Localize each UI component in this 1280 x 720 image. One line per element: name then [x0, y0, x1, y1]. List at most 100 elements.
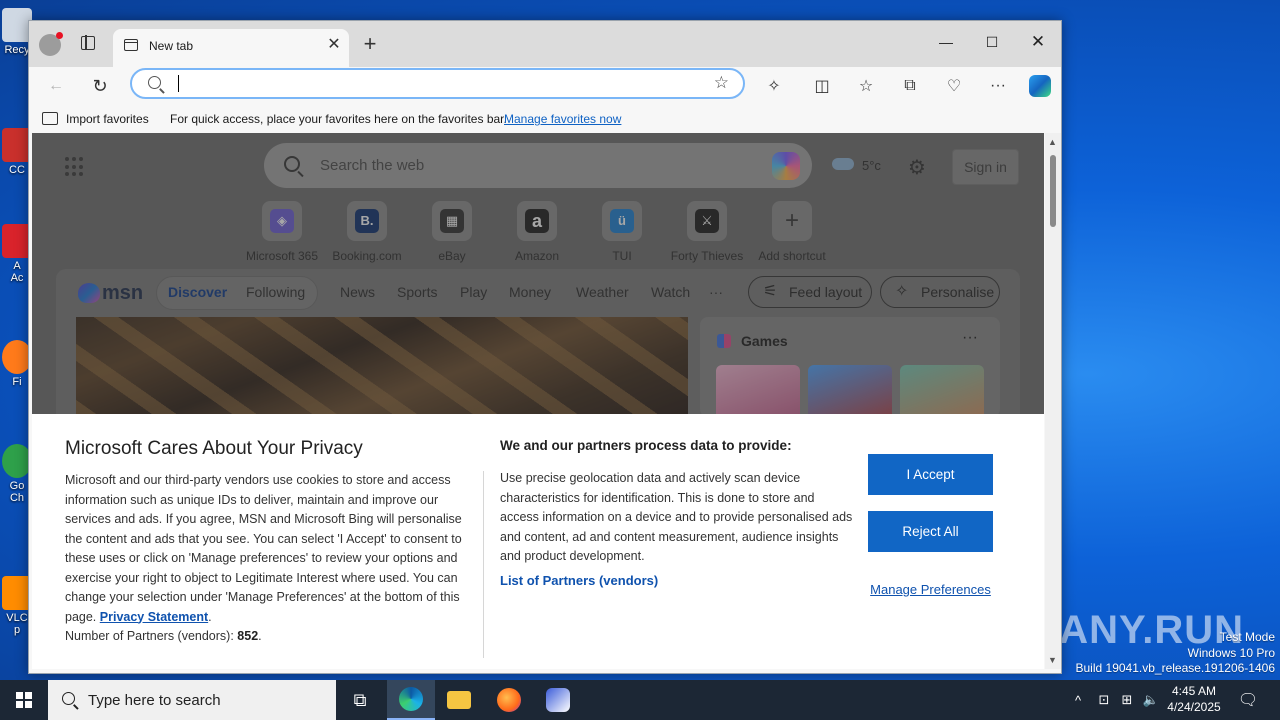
taskbar-search-placeholder: Type here to search [88, 692, 221, 709]
new-tab-favicon-icon [124, 39, 138, 51]
nav-watch[interactable]: Watch [651, 284, 690, 300]
shortcut-microsoft-365[interactable]: ◈ Microsoft 365 [237, 201, 327, 263]
shortcut-amazon[interactable]: a Amazon [492, 201, 582, 263]
windows-build-info: Test Mode Windows 10 Pro Build 19041.vb_… [1076, 630, 1276, 677]
msn-butterfly-icon [78, 283, 100, 303]
folder-icon [447, 691, 471, 709]
scroll-down-icon[interactable]: ▼ [1048, 655, 1057, 665]
taskbar-search-box[interactable]: Type here to search [48, 680, 336, 720]
weather-temperature[interactable]: 5°c [862, 158, 881, 173]
hero-article-image[interactable] [76, 317, 688, 417]
new-tab-plus-icon[interactable]: + [359, 33, 381, 55]
firefox-icon [497, 688, 521, 712]
manage-preferences-link[interactable]: Manage Preferences [868, 582, 993, 597]
app-launcher-icon[interactable] [65, 157, 85, 177]
page-scrollbar[interactable]: ▲ ▼ [1045, 133, 1061, 669]
nav-sports[interactable]: Sports [397, 284, 437, 300]
favorites-icon[interactable]: ☆ [851, 71, 881, 101]
task-view-button[interactable]: ⧉ [336, 680, 384, 720]
refresh-icon[interactable]: ↻ [85, 71, 115, 101]
desktop-icon-label: Recy [4, 44, 30, 56]
maximize-button[interactable]: ☐ [969, 27, 1015, 57]
search-icon [284, 156, 300, 172]
copilot-icon[interactable] [1025, 71, 1055, 101]
nav-more-icon[interactable]: ··· [709, 284, 723, 300]
start-button[interactable] [0, 680, 48, 720]
shortcut-booking[interactable]: B. Booking.com [322, 201, 412, 263]
favorites-bar: Import favorites For quick access, place… [29, 105, 1061, 133]
tui-icon: ü [610, 209, 634, 233]
address-input[interactable] [178, 74, 698, 94]
games-more-icon[interactable]: ··· [962, 329, 978, 347]
taskbar-file-explorer[interactable] [435, 680, 483, 720]
tab-actions-icon[interactable] [81, 35, 95, 50]
tray-chevron-icon[interactable]: ^ [1068, 680, 1088, 720]
cloud-icon[interactable] [832, 158, 854, 170]
favorite-star-icon[interactable]: ☆ [714, 73, 729, 93]
taskbar-clock[interactable]: 4:45 AM 4/24/2025 [1158, 683, 1230, 715]
minimize-button[interactable]: — [923, 27, 969, 57]
shortcut-label: Microsoft 365 [245, 249, 319, 263]
data-processing-title: We and our partners process data to prov… [500, 438, 792, 453]
scroll-up-icon[interactable]: ▲ [1048, 137, 1057, 147]
msn-logo-text: msn [102, 282, 144, 304]
taskbar-firefox[interactable] [485, 680, 533, 720]
shortcut-add[interactable]: + Add shortcut [747, 201, 837, 263]
close-tab-icon[interactable]: ✕ [325, 36, 343, 54]
network-icon[interactable]: ⊞ [1117, 680, 1137, 720]
msn-logo[interactable]: msn [78, 282, 143, 305]
accept-button[interactable]: I Accept [868, 454, 993, 495]
search-icon [62, 692, 75, 705]
privacy-statement-link[interactable]: Privacy Statement [100, 610, 208, 624]
reject-all-button[interactable]: Reject All [868, 511, 993, 552]
tab-new-tab[interactable]: New tab ✕ [113, 29, 349, 67]
amazon-icon: a [525, 209, 549, 233]
split-screen-icon[interactable]: ◫ [807, 71, 837, 101]
notifications-icon[interactable]: 🗨 [1236, 680, 1260, 720]
nav-play[interactable]: Play [460, 284, 487, 300]
profile-avatar-icon[interactable] [39, 32, 63, 56]
shortcut-tui[interactable]: ü TUI [577, 201, 667, 263]
close-window-button[interactable]: ✕ [1015, 27, 1061, 57]
more-menu-icon[interactable]: ··· [983, 71, 1013, 101]
manage-favorites-link[interactable]: Manage favorites now [504, 112, 621, 126]
tab-following[interactable]: Following [246, 284, 305, 300]
web-search-box[interactable]: Search the web [264, 143, 812, 188]
shortcut-ebay[interactable]: ▦ eBay [407, 201, 497, 263]
browser-essentials-icon[interactable]: ♡ [939, 71, 969, 101]
import-favorites-button[interactable]: Import favorites [66, 112, 149, 126]
gear-icon[interactable]: ⚙ [908, 155, 926, 180]
tab-discover[interactable]: Discover [168, 277, 227, 309]
clock-time: 4:45 AM [1171, 684, 1217, 698]
shortcut-label: Booking.com [332, 249, 402, 263]
build-label: Build 19041.vb_release.191206-1406 [1075, 661, 1276, 675]
feed-layout-button[interactable]: ⚟ Feed layout [748, 276, 872, 308]
desktop-icon-label: CC [9, 164, 25, 176]
microsoft-365-icon: ◈ [270, 209, 294, 233]
toolbar: ← ↻ ☆ ✧ ◫ ☆ ⧉ ♡ ··· [29, 67, 1061, 105]
feed-layout-label: Feed layout [789, 284, 863, 300]
copilot-icon[interactable] [772, 152, 800, 180]
back-arrow-icon[interactable]: ← [41, 71, 71, 101]
sliders-icon: ⚟ [763, 283, 778, 300]
games-icon [717, 334, 731, 348]
sign-in-button[interactable]: Sign in [952, 149, 1019, 185]
taskbar-anyrun[interactable] [534, 680, 582, 720]
taskbar-edge[interactable] [387, 680, 435, 720]
nav-weather[interactable]: Weather [576, 284, 629, 300]
extensions-puzzle-icon[interactable]: ✧ [759, 71, 789, 101]
address-bar[interactable]: ☆ [130, 68, 745, 99]
list-of-partners-link[interactable]: List of Partners (vendors) [500, 573, 658, 588]
collections-icon[interactable]: ⧉ [895, 71, 925, 101]
desktop-icon-label: VLC p [6, 612, 28, 636]
test-mode-label: Test Mode [1219, 630, 1275, 644]
nav-money[interactable]: Money [509, 284, 551, 300]
web-search-placeholder: Search the web [320, 157, 425, 174]
personalise-button[interactable]: ✧ Personalise [880, 276, 1000, 308]
nav-news[interactable]: News [340, 284, 375, 300]
shortcut-forty-thieves[interactable]: ⚔ Forty Thieves [662, 201, 752, 263]
shortcut-label: Forty Thieves [670, 249, 744, 263]
personalise-label: Personalise [921, 284, 995, 300]
scroll-thumb[interactable] [1050, 155, 1056, 227]
network-device-icon[interactable]: ⊡ [1094, 680, 1114, 720]
